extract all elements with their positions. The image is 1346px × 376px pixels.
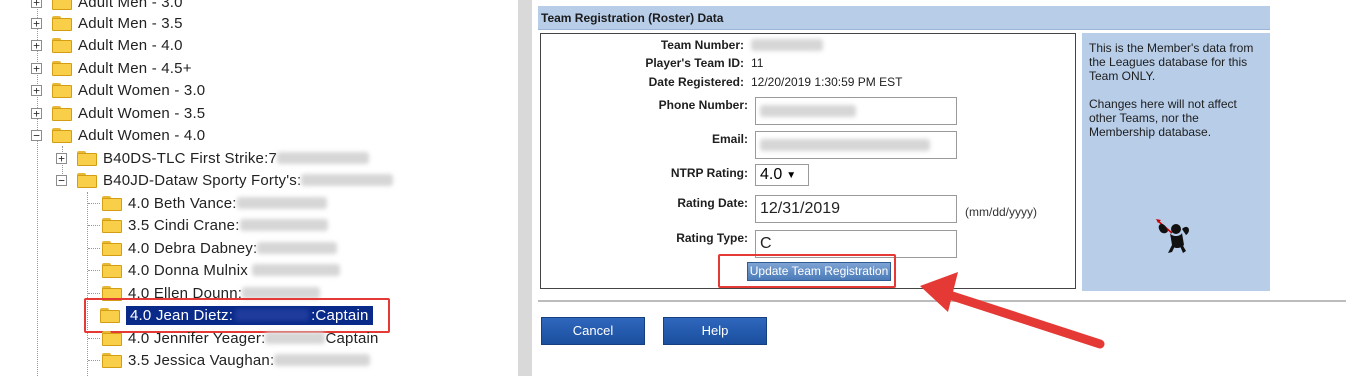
tree-node-team-expanded[interactable]: − B40JD-Dataw Sporty Forty's: (56, 169, 394, 191)
help-button[interactable]: Help (663, 317, 767, 345)
tree-node-group[interactable]: + Adult Women - 3.0 (31, 79, 205, 101)
folder-icon (52, 37, 72, 53)
redacted-text (274, 354, 371, 366)
cupid-icon (1156, 219, 1189, 253)
rating-date-label: Rating Date: (677, 196, 748, 210)
folder-icon (102, 262, 122, 278)
email-label: Email: (711, 132, 748, 146)
tree-node-player[interactable]: 4.0 Debra Dabney: (102, 237, 338, 259)
date-registered-value: 12/20/2019 1:30:59 PM EST (751, 75, 903, 89)
rating-type-label: Rating Type: (676, 231, 748, 245)
chevron-down-icon: ▼ (786, 169, 797, 181)
redacted-text (277, 152, 370, 164)
phone-input[interactable] (755, 97, 957, 125)
team-number-label: Team Number: (660, 38, 744, 52)
info-text-1: This is the Member's data from the Leagu… (1089, 41, 1254, 83)
expand-icon[interactable]: + (31, 39, 42, 51)
folder-tree[interactable]: + Adult Men - 3.0 + Adult Men - 3.5 + Ad… (0, 0, 518, 376)
email-input[interactable] (755, 131, 957, 159)
expand-icon[interactable]: + (31, 0, 42, 8)
tree-node-group[interactable]: + Adult Men - 4.5+ (31, 57, 192, 79)
redacted-text (265, 332, 326, 344)
folder-icon (102, 195, 122, 211)
tree-node-player[interactable]: 3.5 Cindi Crane: (102, 214, 328, 236)
redacted-text (301, 174, 394, 186)
redacted-text (239, 219, 328, 231)
tree-node-player[interactable]: 3.5 Jessica Vaughan: (102, 349, 371, 371)
ntrp-selected-value: 4.0 (760, 166, 783, 183)
panel-header: Team Registration (Roster) Data (538, 6, 1270, 30)
expand-icon[interactable]: + (56, 152, 67, 164)
expand-icon[interactable]: + (31, 107, 42, 119)
expand-icon[interactable]: + (31, 17, 42, 29)
tree-node-player[interactable]: 4.0 Jennifer Yeager: Captain (102, 327, 379, 349)
folder-icon (52, 15, 72, 31)
ntrp-label: NTRP Rating: (670, 166, 748, 180)
cancel-button[interactable]: Cancel (541, 317, 645, 345)
pane-splitter[interactable] (518, 0, 532, 376)
date-format-hint: (mm/dd/yyyy) (965, 205, 1037, 219)
redacted-team-number (751, 39, 823, 51)
redacted-text (760, 139, 930, 151)
redacted-text (760, 105, 856, 117)
phone-label: Phone Number: (658, 98, 748, 112)
info-text-2: Changes here will not affect other Teams… (1089, 97, 1237, 139)
folder-icon (102, 352, 122, 368)
team-id-label: Player's Team ID: (645, 56, 744, 70)
collapse-icon[interactable]: − (56, 174, 67, 186)
tree-node-player[interactable]: 4.0 Donna Mulnix (102, 259, 340, 281)
annotation-arrow-icon (920, 272, 1105, 349)
tree-node-group-expanded[interactable]: − Adult Women - 4.0 (31, 124, 205, 146)
team-id-value: 11 (751, 56, 764, 70)
rating-date-input[interactable]: 12/31/2019 (755, 195, 957, 223)
expand-icon[interactable]: + (31, 62, 42, 74)
folder-open-icon (77, 172, 97, 188)
expand-icon[interactable]: + (31, 84, 42, 96)
collapse-icon[interactable]: − (31, 129, 42, 141)
tree-node-team[interactable]: + B40DS-TLC First Strike:7 (56, 147, 370, 169)
folder-icon (52, 0, 72, 10)
redacted-text (257, 242, 338, 254)
ntrp-select[interactable]: 4.0 ▼ (755, 164, 809, 186)
folder-icon (102, 217, 122, 233)
folder-icon (77, 150, 97, 166)
tree-node-group[interactable]: + Adult Men - 4.0 (31, 34, 183, 56)
folder-icon (102, 240, 122, 256)
folder-open-icon (52, 127, 72, 143)
redacted-text (236, 197, 327, 209)
folder-icon (52, 60, 72, 76)
tree-node-player[interactable]: 4.0 Beth Vance: (102, 192, 327, 214)
redacted-text (251, 264, 340, 276)
folder-icon (102, 330, 122, 346)
tree-node-group[interactable]: + Adult Women - 3.5 (31, 102, 205, 124)
info-box: This is the Member's data from the Leagu… (1082, 33, 1270, 291)
tree-node-group[interactable]: + Adult Men - 3.5 (31, 12, 183, 34)
date-registered-label: Date Registered: (648, 75, 744, 89)
highlight-box (718, 254, 896, 288)
registration-form: Team Number: Player's Team ID: 11 Date R… (540, 33, 1076, 289)
folder-icon (52, 105, 72, 121)
folder-icon (52, 82, 72, 98)
